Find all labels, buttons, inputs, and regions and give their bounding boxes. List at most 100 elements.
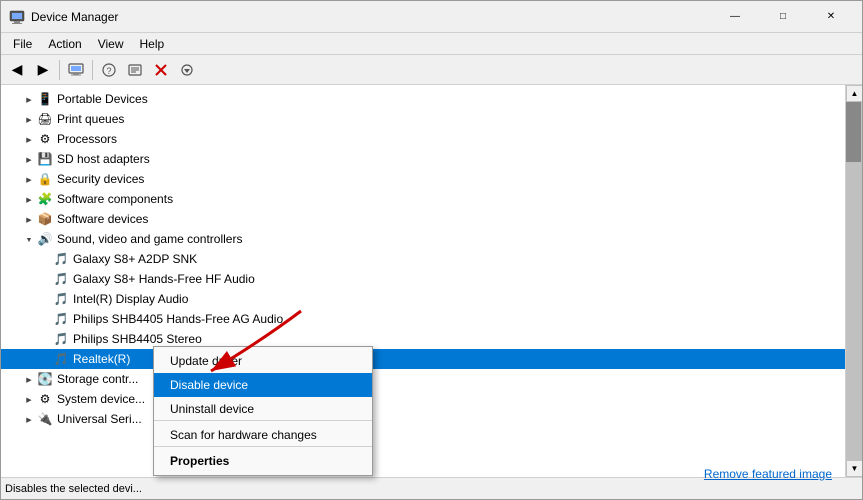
tree-item-system[interactable]: ⚙ System device... <box>1 389 845 409</box>
remove-button[interactable] <box>149 59 173 81</box>
tree-item-security[interactable]: 🔒 Security devices <box>1 169 845 189</box>
window-controls: — □ ✕ <box>712 1 854 33</box>
ctx-disable-device[interactable]: Disable device <box>154 373 372 397</box>
sw-dev-icon: 📦 <box>37 211 53 227</box>
ctx-scan-changes[interactable]: Scan for hardware changes <box>154 423 372 447</box>
audio-icon-6: 🎵 <box>53 351 69 367</box>
expander-processors <box>21 131 37 147</box>
maximize-button[interactable]: □ <box>760 1 806 33</box>
system-icon: ⚙ <box>37 391 53 407</box>
scroll-up-button[interactable]: ▲ <box>846 85 862 102</box>
menu-bar: File Action View Help <box>1 33 862 55</box>
window-title: Device Manager <box>31 10 712 24</box>
scroll-down-button[interactable]: ▼ <box>846 460 862 477</box>
audio-icon-1: 🎵 <box>53 251 69 267</box>
tree-item-portable[interactable]: 📱 Portable Devices <box>1 89 845 109</box>
tree-label-galaxy-hf: Galaxy S8+ Hands-Free HF Audio <box>73 272 255 286</box>
usb-icon: 🔌 <box>37 411 53 427</box>
ctx-uninstall-device[interactable]: Uninstall device <box>154 397 372 421</box>
audio-icon-4: 🎵 <box>53 311 69 327</box>
computer-button[interactable] <box>64 59 88 81</box>
expander-security <box>21 171 37 187</box>
minimize-button[interactable]: — <box>712 1 758 33</box>
scrollbar[interactable]: ▲ ▼ <box>845 85 862 477</box>
expander-sw-comp <box>21 191 37 207</box>
expander-sw-dev <box>21 211 37 227</box>
tree-item-realtek[interactable]: 🎵 Realtek(R) <box>1 349 845 369</box>
expander-sd <box>21 151 37 167</box>
processors-icon: ⚙ <box>37 131 53 147</box>
tree-label-galaxy-a2dp: Galaxy S8+ A2DP SNK <box>73 252 197 266</box>
menu-file[interactable]: File <box>5 35 40 53</box>
forward-button[interactable]: ▶ <box>31 59 55 81</box>
tree-label-universal: Universal Seri... <box>57 412 142 426</box>
expander-philips-stereo <box>37 331 53 347</box>
tree-item-galaxy-a2dp[interactable]: 🎵 Galaxy S8+ A2DP SNK <box>1 249 845 269</box>
toolbar-separator-2 <box>92 60 93 80</box>
device-manager-window: Device Manager — □ ✕ File Action View He… <box>0 0 863 500</box>
menu-help[interactable]: Help <box>132 35 173 53</box>
expander-portable <box>21 91 37 107</box>
tree-item-philips-ag[interactable]: 🎵 Philips SHB4405 Hands-Free AG Audio <box>1 309 845 329</box>
tree-label-sd: SD host adapters <box>57 152 150 166</box>
expander-intel <box>37 291 53 307</box>
tree-item-galaxy-hf[interactable]: 🎵 Galaxy S8+ Hands-Free HF Audio <box>1 269 845 289</box>
tree-label-intel: Intel(R) Display Audio <box>73 292 188 306</box>
tree-item-philips-stereo[interactable]: 🎵 Philips SHB4405 Stereo <box>1 329 845 349</box>
tree-label-philips-stereo: Philips SHB4405 Stereo <box>73 332 202 346</box>
title-bar: Device Manager — □ ✕ <box>1 1 862 33</box>
audio-icon-5: 🎵 <box>53 331 69 347</box>
tree-label-realtek: Realtek(R) <box>73 352 130 366</box>
remove-featured-image-link[interactable]: Remove featured image <box>704 467 832 481</box>
tree-label-portable: Portable Devices <box>57 92 148 106</box>
scroll-thumb[interactable] <box>846 102 861 162</box>
menu-view[interactable]: View <box>90 35 132 53</box>
expander-galaxy-hf <box>37 271 53 287</box>
tree-label-system: System device... <box>57 392 145 406</box>
properties-button[interactable] <box>123 59 147 81</box>
tree-item-sd-host[interactable]: 💾 SD host adapters <box>1 149 845 169</box>
status-text: Disables the selected devi... <box>5 483 142 495</box>
tree-label-security: Security devices <box>57 172 144 186</box>
tree-label-sw-dev: Software devices <box>57 212 148 226</box>
expander-system <box>21 391 37 407</box>
expander-universal <box>21 411 37 427</box>
portable-icon: 📱 <box>37 91 53 107</box>
storage-icon: 💽 <box>37 371 53 387</box>
close-button[interactable]: ✕ <box>808 1 854 33</box>
help-button[interactable]: ? <box>97 59 121 81</box>
ctx-update-driver[interactable]: Update driver <box>154 349 372 373</box>
audio-icon-2: 🎵 <box>53 271 69 287</box>
sw-comp-icon: 🧩 <box>37 191 53 207</box>
expander-galaxy-a2dp <box>37 251 53 267</box>
tree-item-universal[interactable]: 🔌 Universal Seri... <box>1 409 845 429</box>
expander-storage <box>21 371 37 387</box>
menu-action[interactable]: Action <box>40 35 89 53</box>
expander-realtek <box>37 351 53 367</box>
toolbar-separator-1 <box>59 60 60 80</box>
tree-label-philips-ag: Philips SHB4405 Hands-Free AG Audio <box>73 312 283 326</box>
expander-philips-ag <box>37 311 53 327</box>
scroll-track[interactable] <box>846 102 862 460</box>
tree-item-intel-display[interactable]: 🎵 Intel(R) Display Audio <box>1 289 845 309</box>
tree-item-software-comp[interactable]: 🧩 Software components <box>1 189 845 209</box>
sound-icon: 🔊 <box>37 231 53 247</box>
update-button[interactable] <box>175 59 199 81</box>
toolbar: ◀ ▶ ? <box>1 55 862 85</box>
expander-print <box>21 111 37 127</box>
tree-label-storage: Storage contr... <box>57 372 138 386</box>
tree-item-processors[interactable]: ⚙ Processors <box>1 129 845 149</box>
tree-panel[interactable]: 📱 Portable Devices 🖨 Print queues ⚙ Proc… <box>1 85 845 477</box>
app-icon <box>9 9 25 25</box>
tree-label-sound: Sound, video and game controllers <box>57 232 242 246</box>
tree-label-sw-comp: Software components <box>57 192 173 206</box>
tree-item-storage[interactable]: 💽 Storage contr... <box>1 369 845 389</box>
security-icon: 🔒 <box>37 171 53 187</box>
tree-item-sound[interactable]: 🔊 Sound, video and game controllers <box>1 229 845 249</box>
ctx-properties[interactable]: Properties <box>154 449 372 473</box>
svg-text:?: ? <box>106 66 111 76</box>
tree-item-software-dev[interactable]: 📦 Software devices <box>1 209 845 229</box>
print-icon: 🖨 <box>37 111 53 127</box>
back-button[interactable]: ◀ <box>5 59 29 81</box>
tree-item-print[interactable]: 🖨 Print queues <box>1 109 845 129</box>
